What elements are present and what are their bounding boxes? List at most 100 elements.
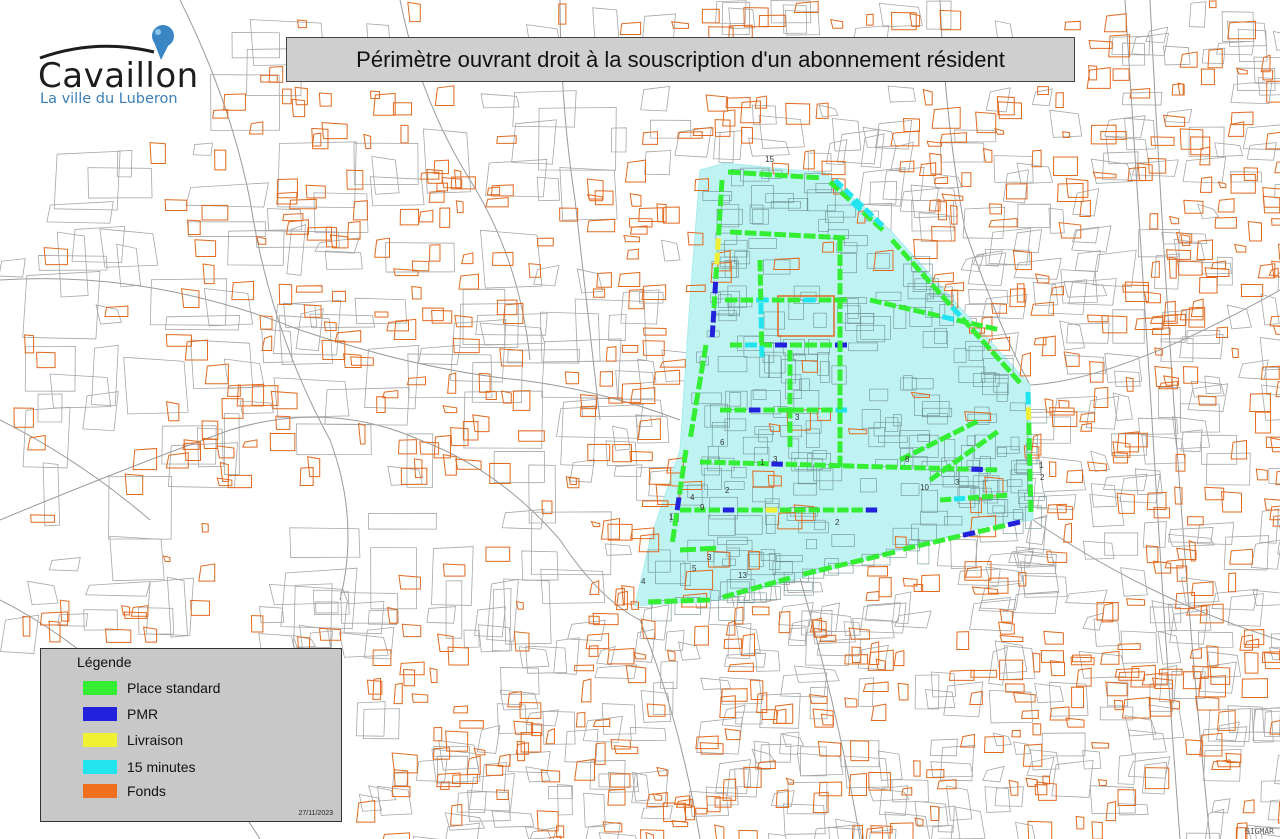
parcel <box>661 239 681 262</box>
parcel <box>726 766 760 798</box>
parcel <box>594 664 638 680</box>
parcel <box>1137 228 1180 258</box>
parcel <box>108 475 172 540</box>
space-count-label: 8 <box>905 455 910 464</box>
building <box>1274 161 1280 174</box>
building <box>1088 65 1098 81</box>
parking-space <box>688 423 696 438</box>
parcel <box>338 632 389 658</box>
parcel <box>796 752 844 777</box>
parcel <box>1026 756 1055 778</box>
building <box>502 302 524 324</box>
building <box>433 727 443 742</box>
building <box>909 12 921 27</box>
parcel <box>583 792 606 828</box>
building <box>282 213 304 222</box>
building <box>165 333 192 347</box>
parcel <box>27 580 59 606</box>
parcel <box>607 313 627 341</box>
building <box>1189 647 1202 659</box>
building <box>296 19 307 29</box>
parking-space <box>715 238 721 250</box>
parcel <box>604 543 632 556</box>
building <box>1177 260 1203 276</box>
building <box>695 735 719 750</box>
parcel <box>1060 269 1098 304</box>
parcel <box>914 674 940 710</box>
building <box>194 239 217 258</box>
building <box>943 282 965 292</box>
space-count-label: 2 <box>835 518 840 527</box>
parcel <box>1214 142 1244 157</box>
parking-space <box>869 297 883 306</box>
parcel <box>83 609 119 631</box>
building <box>706 795 721 813</box>
building <box>1243 638 1260 648</box>
building <box>1016 283 1025 303</box>
parking-space <box>672 512 680 527</box>
parking-space <box>927 310 940 319</box>
parcel <box>982 765 1005 783</box>
building <box>1019 352 1031 377</box>
building <box>931 106 961 129</box>
building <box>202 263 215 285</box>
space-count-label: 4 <box>690 493 695 502</box>
building <box>676 131 703 139</box>
building <box>1096 602 1119 621</box>
building <box>305 184 326 199</box>
building <box>1171 83 1184 96</box>
building <box>439 207 451 228</box>
block-outline <box>784 581 813 591</box>
space-count-label: 13 <box>738 571 747 580</box>
parcel <box>1168 533 1215 547</box>
building <box>714 824 725 839</box>
space-count-label: 2 <box>725 486 730 495</box>
building <box>830 18 844 29</box>
parcel <box>1182 156 1227 184</box>
building <box>1011 729 1021 738</box>
parking-space <box>803 233 816 239</box>
map-canvas[interactable]: 15 3 2 1 4 5 13 9 6 8 10 2 1 3 4 1 2 3 3 Cavaillon La vill… <box>0 0 1280 839</box>
parcel <box>370 547 417 610</box>
building <box>1262 195 1280 214</box>
parking-space <box>750 583 763 592</box>
building <box>629 387 656 405</box>
building <box>453 705 468 714</box>
building <box>948 669 975 681</box>
parcel <box>610 127 627 153</box>
parcel <box>475 313 548 336</box>
building <box>623 234 641 243</box>
building <box>758 14 786 28</box>
parcel <box>185 182 269 208</box>
building <box>1269 437 1280 453</box>
building <box>1027 820 1053 839</box>
building <box>366 679 383 695</box>
parking-space <box>764 579 777 588</box>
parking-space <box>970 320 984 329</box>
building <box>1164 559 1184 569</box>
building <box>594 190 614 206</box>
parcel <box>1017 203 1051 228</box>
parcel <box>1117 754 1136 785</box>
building <box>184 339 209 361</box>
building <box>434 85 455 106</box>
parcel <box>1059 320 1086 351</box>
building <box>588 645 599 657</box>
building <box>295 285 323 293</box>
building <box>392 102 413 116</box>
parcel <box>891 591 912 625</box>
building <box>1089 361 1104 383</box>
building <box>437 633 454 652</box>
building <box>39 611 69 626</box>
parcel <box>363 626 395 660</box>
parking-space <box>912 307 926 316</box>
parcel <box>557 784 573 816</box>
building <box>418 209 434 223</box>
parcel <box>324 387 410 426</box>
building <box>724 728 741 741</box>
building <box>725 620 736 636</box>
parking-space <box>806 174 820 181</box>
building <box>1101 602 1114 623</box>
parcel <box>719 676 763 705</box>
parking-space <box>674 497 682 511</box>
